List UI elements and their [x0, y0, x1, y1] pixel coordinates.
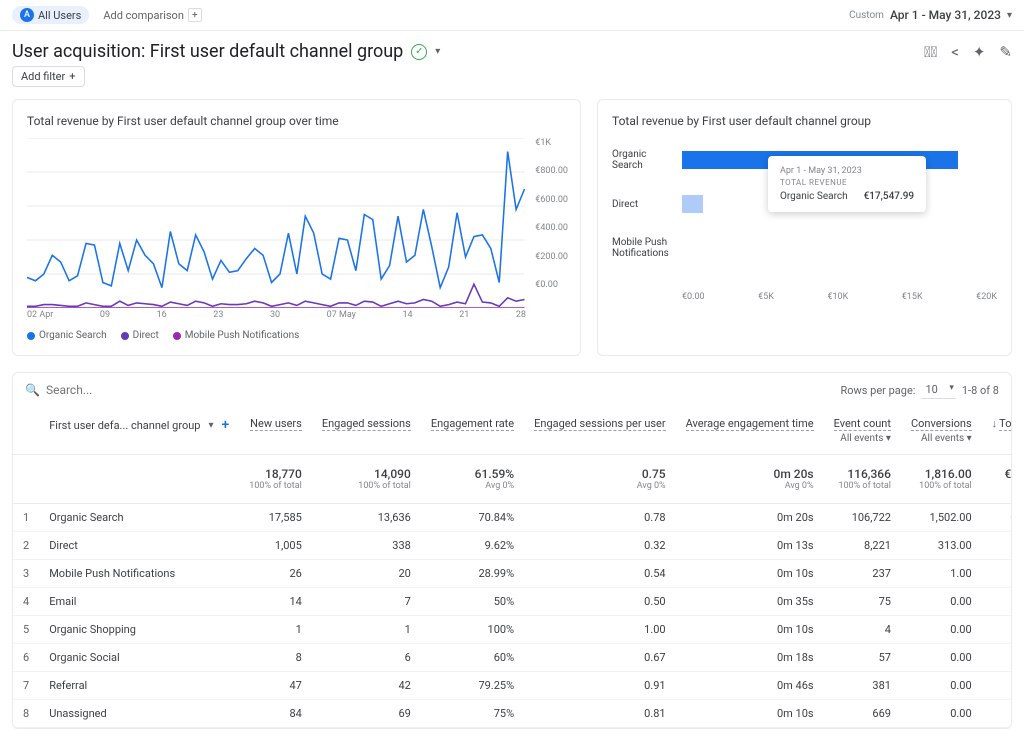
share-icon[interactable]: < [951, 43, 959, 61]
table-row[interactable]: 5Organic Shopping11100%1.000m 10s40.00€0… [13, 616, 1012, 644]
add-dimension-button[interactable]: + [222, 417, 230, 433]
legend-item[interactable]: Direct [121, 330, 159, 341]
date-custom-label: Custom [849, 10, 884, 21]
column-header[interactable]: ConversionsAll events ▾ [901, 407, 982, 455]
column-header[interactable]: Event countAll events ▾ [824, 407, 901, 455]
legend-item[interactable]: Mobile Push Notifications [173, 330, 300, 341]
add-filter-button[interactable]: Add filter + [12, 66, 85, 87]
column-header[interactable]: Engaged sessions per user [524, 407, 676, 455]
tooltip-value: €17,547.99 [864, 191, 914, 202]
rows-range-label: 1-8 of 8 [962, 384, 999, 397]
line-chart-card: Total revenue by First user default chan… [12, 99, 581, 356]
search-input[interactable] [46, 383, 186, 397]
date-range-value: Apr 1 - May 31, 2023 [890, 8, 1001, 22]
line-chart-title: Total revenue by First user default chan… [27, 114, 566, 128]
table-row[interactable]: 8Unassigned846975%0.810m 10s6690.00€0.00 [13, 700, 1012, 728]
edit-icon[interactable]: ✎ [999, 43, 1012, 61]
column-header[interactable]: Engaged sessions [312, 407, 421, 455]
bar-row[interactable]: Mobile Push Notifications [682, 226, 997, 270]
metric-sub-select[interactable]: All events ▾ [834, 433, 891, 444]
date-range-picker[interactable]: Custom Apr 1 - May 31, 2023 ▾ [849, 8, 1012, 22]
audience-chip[interactable]: A All Users [12, 6, 89, 24]
search-icon: 🔍 [25, 383, 40, 397]
chevron-down-icon: ▾ [1007, 10, 1012, 21]
table-row[interactable]: 1Organic Search17,58513,63670.84%0.780m … [13, 504, 1012, 532]
page-title: User acquisition: First user default cha… [12, 41, 403, 62]
add-filter-label: Add filter [21, 70, 65, 83]
bar-label: Organic Search [612, 149, 677, 171]
legend-item[interactable]: Organic Search [27, 330, 107, 341]
add-comparison-label: Add comparison [103, 9, 184, 22]
insights-icon[interactable]: ✦ [973, 43, 986, 61]
verified-icon: ✓ [411, 44, 427, 60]
dimension-selector[interactable]: First user defa... channel group▾ + [49, 417, 229, 433]
tooltip-date: Apr 1 - May 31, 2023 [780, 166, 914, 176]
title-dropdown-icon[interactable]: ▾ [435, 46, 440, 57]
column-header[interactable]: ↓Total revenue [982, 407, 1012, 455]
data-table-card: 🔍 Rows per page: 10 1-8 of 8 First user … [12, 372, 1012, 729]
audience-badge: A [20, 8, 34, 22]
table-row[interactable]: 4Email14750%0.500m 35s750.00€0.00 [13, 588, 1012, 616]
plus-icon: + [69, 70, 75, 83]
chart-tooltip: Apr 1 - May 31, 2023 TOTAL REVENUE Organ… [768, 156, 926, 212]
bar-chart-card: Total revenue by First user default chan… [597, 99, 1012, 356]
column-header[interactable]: Average engagement time [676, 407, 824, 455]
column-header[interactable]: Engagement rate [421, 407, 524, 455]
metric-sub-select[interactable]: All events ▾ [911, 433, 972, 444]
bar-label: Mobile Push Notifications [612, 237, 677, 259]
rows-per-select[interactable]: 10 [921, 381, 955, 399]
bar-chart-title: Total revenue by First user default chan… [612, 114, 997, 128]
rows-per-label: Rows per page: [840, 384, 915, 397]
column-header[interactable]: New users [239, 407, 312, 455]
customize-icon[interactable]: ✎⃞ [924, 43, 937, 61]
plus-icon: + [188, 8, 202, 22]
audience-label: All Users [38, 9, 81, 22]
data-table: First user defa... channel group▾ + New … [13, 407, 1012, 728]
line-chart[interactable]: €1K€800.00€600.00€400.00€200.00€0.00 [27, 138, 566, 308]
add-comparison-button[interactable]: Add comparison + [97, 6, 208, 24]
table-row[interactable]: 3Mobile Push Notifications262028.99%0.54… [13, 560, 1012, 588]
tooltip-metric: TOTAL REVENUE [780, 178, 914, 187]
totals-row: 18,770100% of total 14,090100% of total … [13, 455, 1012, 504]
bar-label: Direct [612, 199, 677, 210]
table-row[interactable]: 2Direct1,0053389.62%0.320m 13s8,221313.0… [13, 532, 1012, 560]
table-row[interactable]: 6Organic Social8660%0.670m 18s570.00€0.0… [13, 644, 1012, 672]
tooltip-label: Organic Search [780, 191, 848, 202]
table-row[interactable]: 7Referral474279.25%0.910m 46s3810.00€0.0… [13, 672, 1012, 700]
